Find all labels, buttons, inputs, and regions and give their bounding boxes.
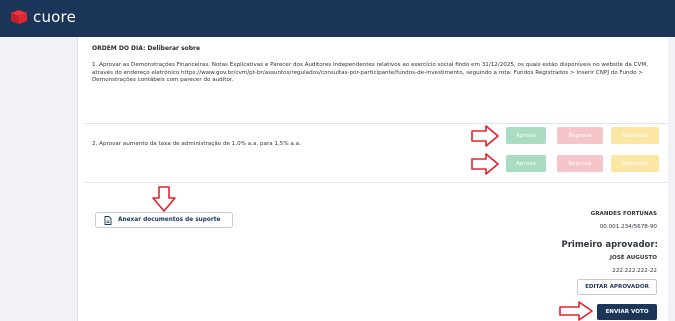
annotation-arrow-right-icon	[471, 153, 499, 175]
left-margin	[0, 37, 77, 321]
logo-text: cuore	[33, 8, 76, 26]
approver-name: JOSÉ AUGUSTO	[609, 255, 657, 261]
annotation-arrow-down-icon	[152, 186, 176, 212]
edit-approver-button[interactable]: EDITAR APROVADOR	[577, 279, 657, 295]
submit-vote-button[interactable]: ENVIAR VOTO	[597, 304, 657, 320]
agenda-heading: ORDEM DO DIA: Deliberar sobre	[92, 45, 201, 52]
fund-cnpj: 00.001.234/5678-90	[599, 224, 657, 230]
agenda-item-2-text: 2. Aprovar aumento da taxa de administra…	[92, 141, 301, 147]
top-navigation-bar: cuore	[0, 0, 675, 37]
document-icon	[104, 215, 112, 225]
item-2-abstem-button[interactable]: Abstenho	[611, 155, 659, 172]
item-1-divider	[84, 123, 668, 124]
attach-documents-label: Anexar documentos de suporte	[118, 217, 221, 223]
fund-name: GRANDES FORTUNAS	[590, 211, 657, 217]
item-2-divider	[84, 182, 668, 183]
cuore-logo[interactable]: cuore	[9, 9, 76, 25]
annotation-arrow-right-icon	[559, 301, 593, 321]
agenda-item-1-text: 1. Aprovar as Demonstrações Financeiras,…	[92, 62, 648, 84]
right-margin	[668, 37, 675, 321]
item-2-reprova-button[interactable]: Reprova	[557, 155, 603, 172]
item-2-aprova-button[interactable]: Aprova	[506, 155, 546, 172]
approver-title: Primeiro aprovador:	[561, 240, 658, 250]
attach-documents-button[interactable]: Anexar documentos de suporte	[95, 212, 233, 228]
cuore-logo-icon	[11, 10, 27, 24]
approver-cpf: 222.222.222-22	[612, 268, 657, 274]
